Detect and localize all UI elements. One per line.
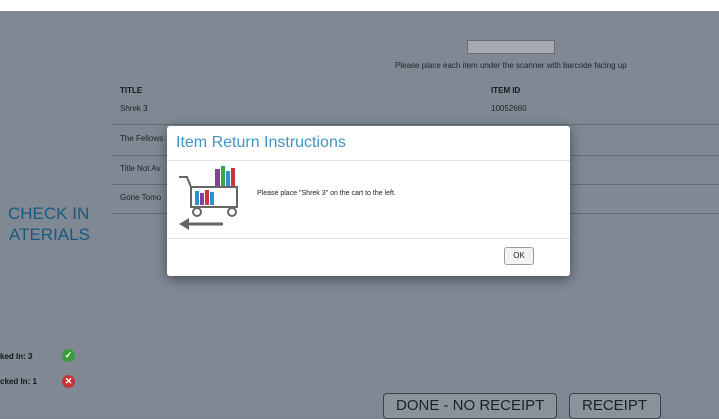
- table-row-divider: [112, 124, 719, 125]
- column-header-item-id: ITEM ID: [491, 86, 521, 95]
- item-return-dialog: Item Return Instructions Please place "S…: [167, 126, 570, 276]
- check-circle-icon: ✓: [62, 349, 75, 362]
- barcode-input[interactable]: [467, 40, 555, 54]
- scanner-instruction: Please place each item under the scanner…: [395, 61, 627, 70]
- x-circle-icon: ✕: [62, 375, 75, 388]
- dialog-title: Item Return Instructions: [176, 134, 346, 151]
- ok-button[interactable]: OK: [504, 247, 534, 265]
- checked-in-count: ked In: 3: [0, 352, 33, 361]
- dialog-divider: [167, 160, 570, 161]
- table-row-title: Shrek 3: [120, 104, 148, 113]
- dialog-footer-divider: [167, 238, 570, 239]
- failed-count: cked In: 1: [0, 377, 37, 386]
- page-title-line2: ATERIALS: [9, 225, 90, 244]
- table-row-title: The Fellows: [120, 134, 164, 143]
- done-no-receipt-button[interactable]: DONE - NO RECEIPT: [383, 393, 558, 419]
- table-row-item-id: 10052660: [491, 104, 527, 113]
- dialog-message: Please place "Shrek 3" on the cart to th…: [257, 190, 396, 197]
- book-cart-icon: [179, 166, 238, 230]
- table-row-title: Gone Tomo: [120, 193, 162, 202]
- receipt-button[interactable]: RECEIPT: [569, 393, 661, 419]
- page-title-line1: CHECK IN: [8, 204, 90, 223]
- column-header-title: TITLE: [120, 86, 143, 95]
- top-bar: [0, 0, 719, 11]
- table-row-title: Title Not Av: [120, 164, 161, 173]
